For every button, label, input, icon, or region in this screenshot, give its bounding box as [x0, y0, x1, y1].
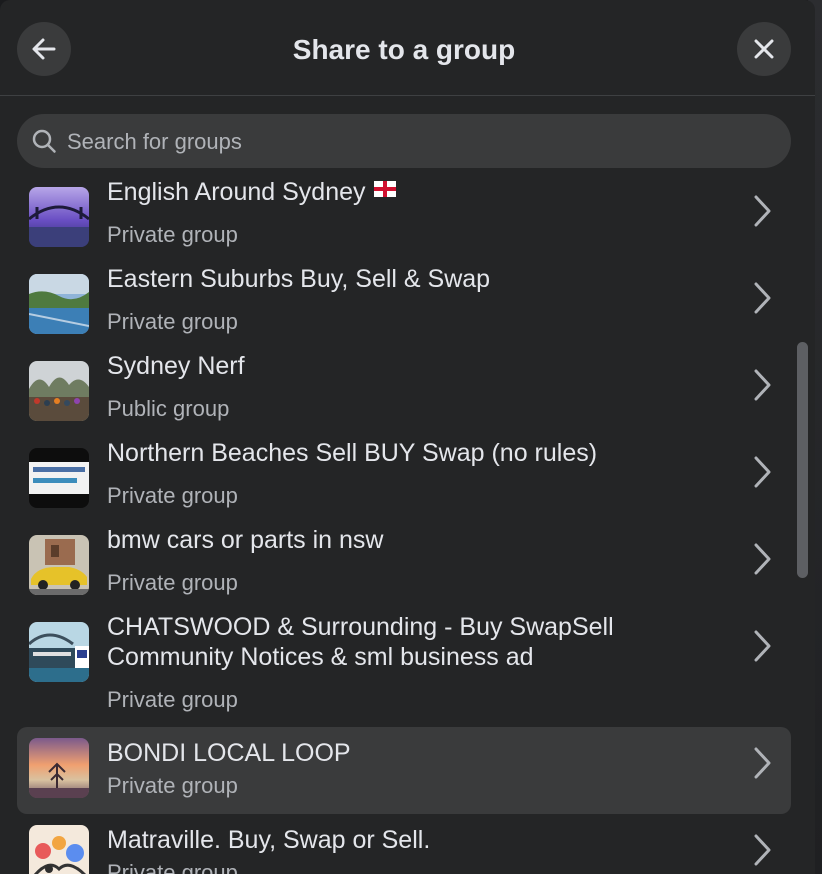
group-privacy: Private group [107, 570, 238, 595]
group-avatar-matraville [29, 825, 89, 874]
group-avatar-northern-beaches [29, 448, 89, 508]
group-name: English Around Sydney [107, 178, 366, 206]
group-row-english-around-sydney[interactable]: English Around Sydney Private group [17, 176, 791, 263]
group-avatar-bondi-local-loop [29, 738, 89, 798]
group-avatar-english-around-sydney [29, 187, 89, 247]
group-avatar-chatswood [29, 622, 89, 682]
group-name: CHATSWOOD & Surrounding - Buy SwapSell C… [107, 613, 614, 671]
search-bar[interactable] [17, 114, 791, 170]
group-privacy: Private group [107, 687, 238, 712]
group-list: English Around Sydney Private group East… [0, 176, 815, 874]
group-avatar-sydney-nerf [29, 361, 89, 421]
chevron-right-icon [754, 834, 771, 866]
group-row-matraville[interactable]: Matraville. Buy, Swap or Sell. Private g… [17, 814, 791, 874]
scrollbar-thumb[interactable] [797, 342, 808, 578]
group-privacy: Private group [107, 773, 238, 798]
group-name: bmw cars or parts in nsw [107, 526, 384, 554]
share-to-group-dialog: Share to a group Search for groups Engli… [0, 0, 815, 874]
dialog-header: Share to a group [0, 0, 815, 96]
group-privacy: Private group [107, 483, 238, 508]
dialog-title: Share to a group [292, 34, 516, 65]
group-avatar-eastern-suburbs [29, 274, 89, 334]
chevron-right-icon [754, 630, 771, 662]
group-privacy: Private group [107, 860, 238, 874]
group-name: Matraville. Buy, Swap or Sell. [107, 826, 431, 854]
group-name: Northern Beaches Sell BUY Swap (no rules… [107, 439, 598, 467]
group-row-eastern-suburbs[interactable]: Eastern Suburbs Buy, Sell & Swap Private… [17, 263, 791, 350]
chevron-right-icon [754, 369, 771, 401]
group-row-bmw-cars[interactable]: bmw cars or parts in nsw Private group [17, 524, 791, 611]
search-icon [32, 129, 56, 153]
chevron-right-icon [754, 456, 771, 488]
group-row-chatswood[interactable]: CHATSWOOD & Surrounding - Buy SwapSell C… [17, 611, 791, 727]
chevron-right-icon [754, 195, 771, 227]
group-name: Eastern Suburbs Buy, Sell & Swap [107, 265, 491, 293]
search-input[interactable] [65, 114, 769, 170]
close-button[interactable] [737, 22, 791, 76]
chevron-right-icon [754, 282, 771, 314]
group-row-northern-beaches[interactable]: Northern Beaches Sell BUY Swap (no rules… [17, 437, 791, 524]
england-flag-icon [373, 181, 396, 197]
group-privacy: Private group [107, 222, 238, 247]
group-row-sydney-nerf[interactable]: Sydney Nerf Public group [17, 350, 791, 437]
chevron-right-icon [754, 543, 771, 575]
group-avatar-bmw-cars [29, 535, 89, 595]
group-name: Sydney Nerf [107, 352, 245, 380]
close-icon [754, 39, 774, 59]
group-privacy: Private group [107, 309, 238, 334]
group-name: BONDI LOCAL LOOP [107, 739, 351, 767]
chevron-right-icon [754, 747, 771, 779]
group-row-bondi-local-loop[interactable]: BONDI LOCAL LOOP Private group [17, 727, 791, 814]
group-privacy: Public group [107, 396, 230, 421]
